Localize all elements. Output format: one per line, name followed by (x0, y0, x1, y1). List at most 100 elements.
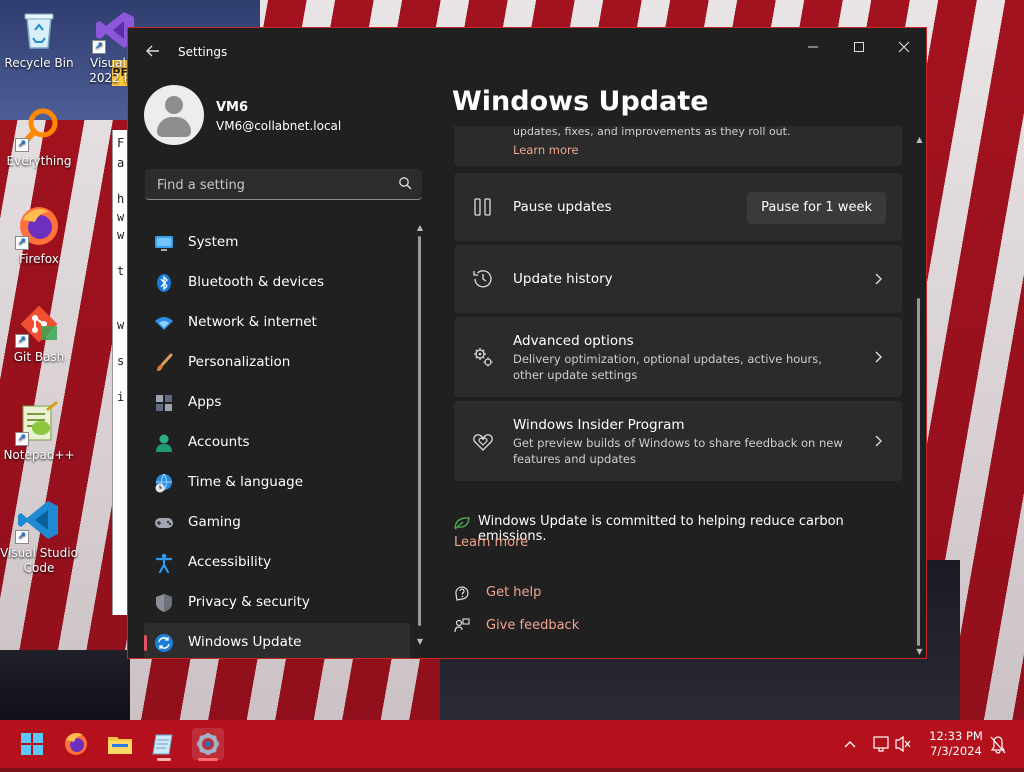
sidebar-item-windows-update[interactable]: Windows Update (144, 623, 410, 658)
taskbar-settings[interactable] (192, 728, 224, 761)
get-help-link[interactable]: Get help (454, 583, 754, 605)
scroll-down-icon[interactable]: ▼ (415, 638, 425, 646)
sidebar-item-apps[interactable]: Apps (144, 383, 410, 423)
search-icon[interactable] (398, 176, 412, 190)
sidebar-item-accounts[interactable]: Accounts (144, 423, 410, 463)
sidebar-scrollbar[interactable]: ▲ ▼ (417, 224, 423, 648)
desktop-icon-label: Everything (6, 154, 72, 168)
maximize-button[interactable] (836, 34, 882, 64)
notepad-text: s (117, 354, 125, 368)
main-scrollbar[interactable]: ▲ ▼ (915, 132, 924, 658)
close-icon (898, 41, 910, 53)
sidebar-item-time-language[interactable]: Time & language (144, 463, 410, 503)
sidebar-item-gaming[interactable]: Gaming (144, 503, 410, 543)
title-bar[interactable]: Settings (128, 28, 926, 74)
desktop-icon-label: Notepad++ (3, 448, 75, 462)
insider-hearts-icon (473, 434, 493, 451)
back-button[interactable] (142, 40, 164, 62)
desktop-icon-label: Recycle Bin (4, 56, 74, 70)
sidebar-item-label: Gaming (188, 514, 241, 530)
advanced-options-card[interactable]: Advanced options Delivery optimization, … (454, 317, 902, 397)
give-feedback-link[interactable]: Give feedback (454, 616, 754, 638)
sidebar-item-personalization[interactable]: Personalization (144, 343, 410, 383)
desktop-icon-firefox[interactable]: ↗ Firefox (0, 204, 79, 267)
sidebar-item-accessibility[interactable]: Accessibility (144, 543, 410, 583)
accessibility-icon (155, 553, 173, 573)
carbon-learn-more-link[interactable]: Learn more (454, 535, 528, 550)
gear-icon (197, 733, 219, 755)
taskbar-start-button[interactable] (16, 728, 48, 760)
shortcut-arrow-icon: ↗ (92, 40, 106, 54)
leaf-icon (454, 517, 470, 530)
scrollbar-thumb[interactable] (418, 236, 421, 626)
close-button[interactable] (881, 34, 926, 64)
scrollbar-thumb[interactable] (917, 298, 920, 646)
folder-icon (108, 737, 132, 754)
active-indicator (198, 758, 218, 761)
sidebar-item-privacy-security[interactable]: Privacy & security (144, 583, 410, 623)
vscode-icon: ↗ (15, 498, 61, 544)
card-title: Pause updates (513, 199, 612, 215)
chevron-right-icon (875, 351, 882, 363)
scroll-up-icon[interactable]: ▲ (915, 136, 924, 144)
sidebar-item-label: Bluetooth & devices (188, 274, 325, 290)
tray-overflow-button[interactable] (840, 720, 860, 768)
wallpaper-dark-area (0, 650, 130, 720)
notepad-icon (152, 734, 173, 755)
clock-date: 7/3/2024 (930, 744, 982, 758)
back-arrow-icon (146, 45, 159, 57)
search-input[interactable] (155, 175, 389, 195)
learn-more-link[interactable]: Learn more (513, 143, 579, 157)
notepad-text: t (117, 264, 125, 278)
clock-time: 12:33 PM (929, 729, 983, 743)
desktop-icon-everything[interactable]: ↗ Everything (0, 106, 79, 169)
network-icon (873, 735, 911, 753)
chevron-right-icon (875, 273, 882, 285)
avatar[interactable] (144, 85, 204, 145)
tray-network-volume[interactable] (870, 720, 914, 768)
desktop-icon-notepad-plus-plus[interactable]: ↗ Notepad++ (0, 400, 79, 463)
running-indicator (157, 758, 171, 761)
notepad-text: F (117, 136, 125, 150)
taskbar-file-explorer[interactable] (104, 728, 136, 760)
sidebar-item-label: Network & internet (188, 314, 317, 330)
desktop-icon-git-bash[interactable]: ↗ Git Bash (0, 302, 79, 365)
tray-clock[interactable]: 12:33 PM 7/3/2024 (922, 729, 990, 759)
carbon-text: Windows Update is committed to helping r… (478, 514, 844, 544)
gamepad-icon (155, 518, 173, 528)
history-icon (473, 270, 492, 288)
update-history-card[interactable]: Update history (454, 245, 902, 313)
taskbar-notepad[interactable] (148, 728, 180, 761)
desktop-icon-label: Code (23, 561, 55, 575)
pause-icon (474, 198, 491, 216)
update-icon (155, 634, 173, 652)
sidebar-item-system[interactable]: System (144, 223, 410, 263)
shortcut-arrow-icon: ↗ (15, 334, 29, 348)
minimize-button[interactable] (790, 34, 836, 64)
sidebar-item-label: Privacy & security (188, 594, 310, 610)
avatar-head (165, 96, 183, 114)
notepad-text: i (117, 390, 125, 404)
taskbar-firefox[interactable] (60, 728, 92, 760)
pause-for-1-week-button[interactable]: Pause for 1 week (747, 192, 886, 224)
desktop-icon-vscode[interactable]: ↗ Visual Studio Code (0, 498, 79, 576)
sidebar-item-network[interactable]: Network & internet (144, 303, 410, 343)
notepad-text: a (117, 156, 125, 170)
card-description: Delivery optimization, optional updates,… (513, 352, 822, 382)
search-box[interactable] (145, 169, 422, 200)
card-title: Advanced options (513, 333, 634, 349)
card-description: Get preview builds of Windows to share f… (513, 436, 843, 466)
sidebar-item-label: System (188, 234, 239, 250)
sidebar-item-label: Accessibility (188, 554, 272, 570)
sidebar-item-bluetooth[interactable]: Bluetooth & devices (144, 263, 410, 303)
notification-button[interactable] (988, 720, 1008, 768)
windows-insider-card[interactable]: Windows Insider Program Get preview buil… (454, 401, 902, 481)
shortcut-arrow-icon: ↗ (15, 138, 29, 152)
scroll-up-icon[interactable]: ▲ (415, 224, 425, 232)
desktop-icon-recycle-bin[interactable]: Recycle Bin (0, 8, 79, 71)
sidebar-item-label: Apps (188, 394, 222, 410)
card-title: Windows Insider Program (513, 417, 685, 433)
scroll-down-icon[interactable]: ▼ (915, 648, 924, 656)
gears-icon (474, 348, 493, 367)
sidebar-nav: System Bluetooth & devices Network & int… (144, 223, 410, 658)
